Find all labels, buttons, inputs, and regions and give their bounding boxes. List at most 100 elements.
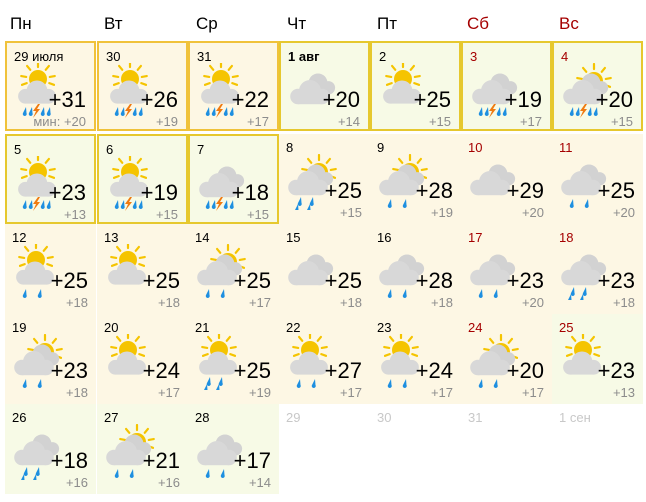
calendar-day-empty: 1 сен	[552, 404, 643, 494]
raindrop-icon	[484, 107, 489, 116]
min-temperature: +17	[246, 114, 269, 129]
raindrop-icon	[35, 467, 40, 476]
min-temperature: +18	[65, 295, 88, 310]
day-date: 16	[377, 230, 392, 245]
day-date: 27	[104, 410, 119, 425]
calendar-day[interactable]: 13 +25 +18	[97, 224, 188, 314]
calendar-day[interactable]: 12 +25 +18	[5, 224, 96, 314]
raindrop-icon	[387, 199, 392, 208]
calendar-day[interactable]: 6 +19 +15	[97, 134, 188, 224]
calendar-day[interactable]: 7 +18 +15	[188, 134, 279, 224]
calendar-day[interactable]: 22 +27 +17	[279, 314, 370, 404]
raindrop-icon	[211, 107, 216, 116]
day-date: 12	[12, 230, 27, 245]
calendar-day[interactable]: 17 +23 +20	[461, 224, 552, 314]
max-temperature: +24	[415, 358, 453, 383]
weekday-label: Сб	[467, 14, 490, 33]
calendar-day[interactable]: 16 +28 +18	[370, 224, 461, 314]
calendar-day[interactable]: 23 +24 +17	[370, 314, 461, 404]
raindrop-icon	[205, 469, 210, 478]
day-date: 29 июля	[14, 49, 64, 64]
min-temperature: +15	[428, 114, 451, 129]
calendar-day[interactable]: 14 +25 +17	[188, 224, 279, 314]
raindrop-icon	[40, 200, 45, 209]
calendar-day[interactable]: 25 +23 +13	[552, 314, 643, 404]
max-temperature: +25	[324, 268, 362, 293]
raindrop-icon	[402, 379, 407, 388]
day-date: 4	[561, 49, 569, 64]
calendar-day[interactable]: 24 +20 +17	[461, 314, 552, 404]
calendar-day[interactable]: 2 +25 +15	[370, 41, 461, 131]
calendar-day[interactable]: 15 +25 +18	[279, 224, 370, 314]
calendar-day[interactable]: 27 +21 +16	[97, 404, 188, 494]
day-date: 13	[104, 230, 119, 245]
raindrop-icon	[223, 107, 228, 116]
max-temperature: +18	[50, 448, 88, 473]
calendar-day[interactable]: 19 +23 +18	[5, 314, 96, 404]
day-date: 29	[286, 410, 301, 425]
day-date: 21	[195, 320, 210, 335]
max-temperature: +19	[504, 87, 542, 112]
min-temperature: +16	[157, 475, 180, 490]
calendar-day[interactable]: 18 +23 +18	[552, 224, 643, 314]
min-temperature: +13	[63, 207, 86, 222]
min-temperature: +17	[339, 385, 362, 400]
min-temperature: +18	[430, 295, 453, 310]
min-temperature: +17	[519, 114, 542, 129]
day-date: 20	[104, 320, 119, 335]
weekday-label: Вс	[559, 14, 579, 33]
calendar-day[interactable]: 30 +26 +19	[97, 41, 188, 131]
raindrop-icon	[569, 199, 574, 208]
min-temperature: +20	[521, 205, 544, 220]
calendar-day[interactable]: 31 +22 +17	[188, 41, 279, 131]
calendar-day[interactable]: 10 +29 +20	[461, 134, 552, 224]
raindrop-icon	[478, 289, 483, 298]
day-date: 1 авг	[288, 49, 320, 64]
calendar-day[interactable]: 3 +19 +17	[461, 41, 552, 131]
raindrop-icon	[205, 289, 210, 298]
raindrop-icon	[132, 200, 137, 209]
min-temperature: +19	[248, 385, 271, 400]
calendar-day[interactable]: 29 июля +31 мин: +20	[5, 41, 96, 131]
min-temperature: +13	[612, 385, 635, 400]
calendar-day[interactable]: 20 +24 +17	[97, 314, 188, 404]
day-date: 25	[559, 320, 574, 335]
max-temperature: +25	[413, 87, 451, 112]
calendar-day-empty: 31	[461, 404, 552, 494]
calendar-day[interactable]: 4 +20 +15	[552, 41, 643, 131]
min-temperature: +15	[246, 207, 269, 222]
day-date: 22	[286, 320, 301, 335]
min-temperature: +18	[339, 295, 362, 310]
calendar-day[interactable]: 8 +25 +15	[279, 134, 370, 224]
max-temperature: +25	[50, 268, 88, 293]
raindrop-icon	[496, 107, 501, 116]
raindrop-icon	[22, 379, 27, 388]
day-date: 7	[197, 142, 205, 157]
min-temperature: +20	[612, 205, 635, 220]
calendar-day[interactable]: 9 +28 +19	[370, 134, 461, 224]
raindrop-icon	[22, 289, 27, 298]
min-temperature: мин: +20	[33, 114, 86, 129]
max-temperature: +25	[142, 268, 180, 293]
max-temperature: +21	[142, 448, 180, 473]
weekday-label: Чт	[287, 14, 307, 33]
raindrop-icon	[493, 289, 498, 298]
raindrop-icon	[309, 197, 314, 206]
max-temperature: +25	[233, 358, 271, 383]
max-temperature: +26	[140, 87, 178, 112]
calendar-day[interactable]: 5 +23 +13	[5, 134, 96, 224]
calendar-day[interactable]: 28 +17 +14	[188, 404, 279, 494]
day-date: 3	[470, 49, 478, 64]
lightning-icon	[125, 197, 132, 211]
calendar-day[interactable]: 21 +25 +19	[188, 314, 279, 404]
calendar-day[interactable]: 11 +25 +20	[552, 134, 643, 224]
max-temperature: +31	[48, 87, 86, 112]
raindrop-icon	[220, 289, 225, 298]
max-temperature: +20	[595, 87, 633, 112]
raindrop-icon	[114, 107, 119, 116]
weekday-label: Вт	[104, 14, 123, 33]
calendar-day[interactable]: 26 +18 +16	[5, 404, 96, 494]
day-date: 30	[377, 410, 392, 425]
lightning-icon	[216, 104, 223, 118]
calendar-day[interactable]: 1 авг +20 +14	[279, 41, 370, 131]
